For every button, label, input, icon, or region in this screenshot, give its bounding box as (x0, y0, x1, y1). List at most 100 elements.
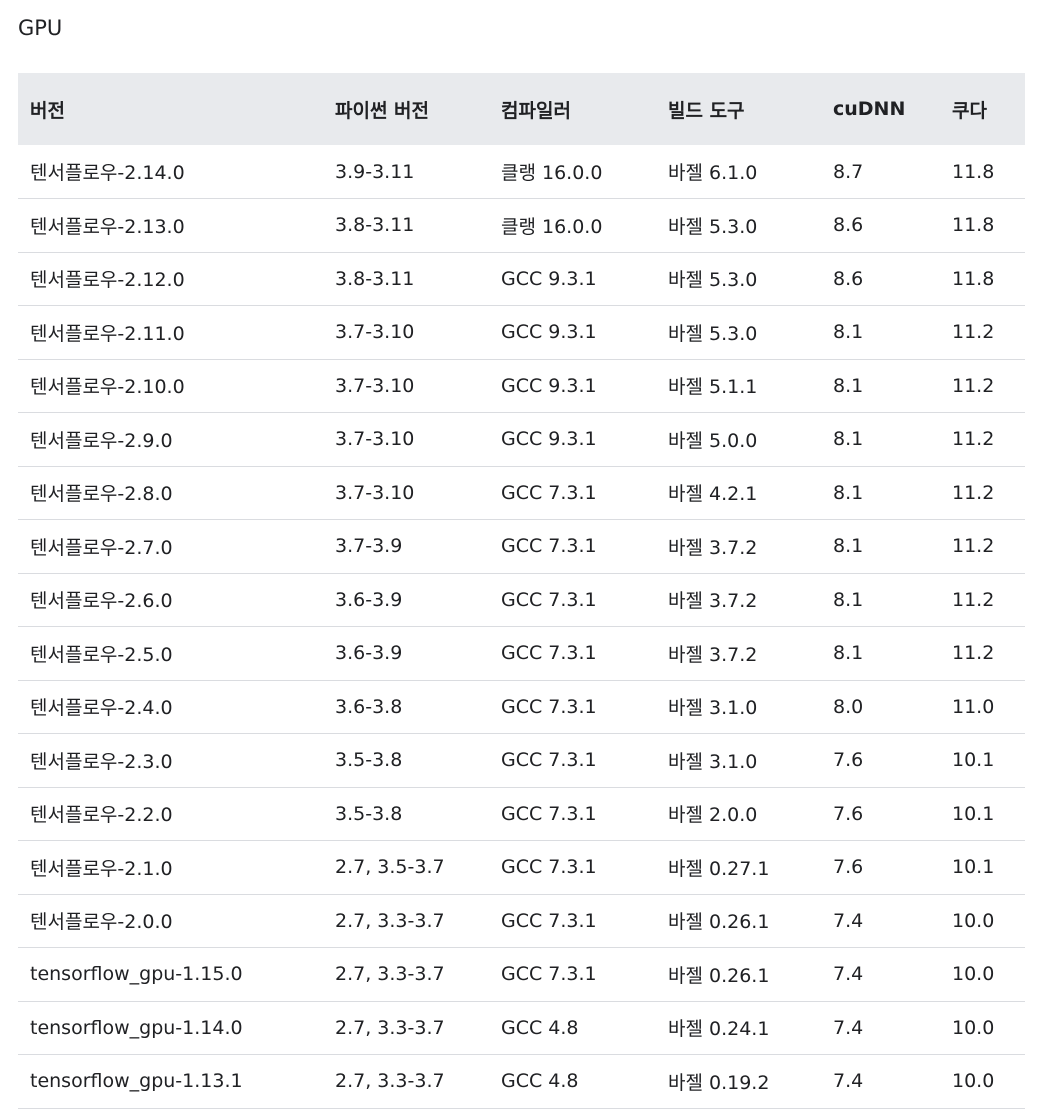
cell-python-version: 3.6-3.8 (335, 695, 403, 718)
cell-python-version: 3.8-3.11 (335, 214, 415, 237)
cell-cuda: 10.0 (952, 1070, 995, 1093)
cell-python-version: 3.9-3.11 (335, 160, 415, 183)
cell-compiler: GCC 9.3.1 (501, 267, 597, 290)
cell-python-version: 2.7, 3.3-3.7 (335, 1070, 445, 1093)
cell-version: 텐서플로우-2.10.0 (30, 376, 185, 399)
cell-compiler: GCC 4.8 (501, 1016, 579, 1039)
cell-python-version: 3.7-3.10 (335, 374, 415, 397)
cell-version: 텐서플로우-2.0.0 (30, 911, 173, 934)
cell-compiler: GCC 9.3.1 (501, 374, 597, 397)
cell-version: tensorflow_gpu-1.15.0 (30, 963, 243, 986)
cell-compiler: GCC 4.8 (501, 1070, 579, 1093)
cell-cuda: 10.0 (952, 963, 995, 986)
table-row: 텐서플로우-2.2.0 3.5-3.8 GCC 7.3.1 바젤 2.0.0 7.6 10… (18, 787, 1025, 841)
cell-build-tool: 바젤 0.26.1 (668, 911, 770, 934)
cell-cuda: 10.1 (952, 802, 995, 825)
cell-cudnn: 7.4 (833, 1070, 864, 1093)
table-row: 텐서플로우-2.6.0 3.6-3.9 GCC 7.3.1 바젤 3.7.2 8.1 11… (18, 573, 1025, 627)
cell-build-tool: 바젤 0.19.2 (668, 1071, 770, 1094)
cell-compiler: GCC 7.3.1 (501, 642, 597, 665)
cell-cuda: 11.2 (952, 321, 995, 344)
cell-compiler: GCC 7.3.1 (501, 963, 597, 986)
cell-compiler: GCC 7.3.1 (501, 695, 597, 718)
header-version: 버전 (30, 99, 65, 122)
cell-cuda: 11.2 (952, 535, 995, 558)
table-row: 텐서플로우-2.0.0 2.7, 3.3-3.7 GCC 7.3.1 바젤 0.26.… (18, 894, 1025, 948)
header-row: 버전 파이썬 버전 컴파일러 빌드 도구 cuDNN 쿠다 (18, 73, 1025, 145)
header-compiler: 컴파일러 (501, 99, 571, 122)
cell-compiler: GCC 7.3.1 (501, 802, 597, 825)
cell-compiler: 클랭 16.0.0 (501, 215, 603, 238)
cell-build-tool: 바젤 0.27.1 (668, 857, 770, 880)
cell-cudnn: 8.1 (833, 588, 864, 611)
cell-version: 텐서플로우-2.2.0 (30, 804, 173, 827)
page: GPU 버전 파이썬 버전 컴파일러 빌드 도구 cuDNN 쿠다 텐서플로우-… (0, 0, 1037, 1109)
cell-cudnn: 8.7 (833, 160, 864, 183)
cell-cudnn: 8.0 (833, 695, 864, 718)
cell-compiler: GCC 7.3.1 (501, 481, 597, 504)
table-row: 텐서플로우-2.3.0 3.5-3.8 GCC 7.3.1 바젤 3.1.0 7.6 10… (18, 734, 1025, 787)
cell-version: 텐서플로우-2.9.0 (30, 429, 173, 452)
cell-build-tool: 바젤 3.1.0 (668, 750, 758, 773)
cell-compiler: GCC 9.3.1 (501, 321, 597, 344)
header-cudnn: cuDNN (833, 98, 906, 120)
cell-build-tool: 바젤 3.7.2 (668, 643, 758, 666)
cell-cuda: 11.0 (952, 695, 995, 718)
cell-cudnn: 8.1 (833, 481, 864, 504)
table-row: tensorflow_gpu-1.14.0 2.7, 3.3-3.7 GCC 4.8… (18, 1001, 1025, 1055)
cell-python-version: 3.8-3.11 (335, 267, 415, 290)
table-row: 텐서플로우-2.12.0 3.8-3.11 GCC 9.3.1 바젤 5.3.0 8.6… (18, 252, 1025, 306)
cell-python-version: 2.7, 3.3-3.7 (335, 909, 445, 932)
cell-python-version: 2.7, 3.3-3.7 (335, 1016, 445, 1039)
cell-cudnn: 8.1 (833, 535, 864, 558)
cell-cudnn: 8.1 (833, 374, 864, 397)
cell-cudnn: 8.1 (833, 642, 864, 665)
table-body: 텐서플로우-2.14.0 3.9-3.11 클랭 16.0.0 바젤 6.1.0 8.7… (18, 145, 1025, 1108)
cell-cuda: 11.8 (952, 160, 995, 183)
header-python-version: 파이썬 버전 (335, 99, 430, 122)
cell-version: 텐서플로우-2.5.0 (30, 643, 173, 666)
cell-build-tool: 바젤 5.1.1 (668, 376, 758, 399)
cell-compiler: GCC 9.3.1 (501, 428, 597, 451)
cell-cudnn: 7.4 (833, 1016, 864, 1039)
header-cuda: 쿠다 (952, 99, 987, 122)
cell-compiler: GCC 7.3.1 (501, 535, 597, 558)
table-row: 텐서플로우-2.14.0 3.9-3.11 클랭 16.0.0 바젤 6.1.0 8.7… (18, 145, 1025, 199)
cell-cudnn: 7.4 (833, 963, 864, 986)
cell-build-tool: 바젤 0.24.1 (668, 1018, 770, 1041)
cell-version: 텐서플로우-2.14.0 (30, 162, 185, 184)
cell-cuda: 11.2 (952, 588, 995, 611)
cell-cuda: 11.2 (952, 642, 995, 665)
cell-build-tool: 바젤 5.3.0 (668, 215, 758, 238)
cell-cudnn: 7.6 (833, 856, 864, 879)
cell-python-version: 3.6-3.9 (335, 642, 403, 665)
cell-cuda: 10.1 (952, 749, 995, 772)
section-title: GPU (18, 16, 63, 40)
table-row: 텐서플로우-2.10.0 3.7-3.10 GCC 9.3.1 바젤 5.1.1 8.1… (18, 359, 1025, 413)
cell-build-tool: 바젤 5.3.0 (668, 322, 758, 345)
cell-version: 텐서플로우-2.6.0 (30, 590, 173, 613)
cell-build-tool: 바젤 0.26.1 (668, 964, 770, 987)
cell-python-version: 3.7-3.9 (335, 535, 403, 558)
cell-python-version: 3.7-3.10 (335, 321, 415, 344)
cell-python-version: 3.7-3.10 (335, 428, 415, 451)
cell-build-tool: 바젤 4.2.1 (668, 483, 758, 506)
cell-cuda: 11.2 (952, 481, 995, 504)
cell-cudnn: 8.1 (833, 321, 864, 344)
cell-build-tool: 바젤 3.7.2 (668, 536, 758, 559)
cell-version: 텐서플로우-2.12.0 (30, 269, 185, 292)
cell-version: tensorflow_gpu-1.14.0 (30, 1016, 243, 1039)
cell-compiler: GCC 7.3.1 (501, 856, 597, 879)
table-row: 텐서플로우-2.8.0 3.7-3.10 GCC 7.3.1 바젤 4.2.1 8.1 1… (18, 466, 1025, 520)
cell-version: 텐서플로우-2.8.0 (30, 483, 173, 506)
cell-cudnn: 8.6 (833, 214, 864, 237)
cell-python-version: 3.5-3.8 (335, 749, 403, 772)
cell-cuda: 11.8 (952, 267, 995, 290)
cell-cudnn: 8.1 (833, 428, 864, 451)
table-row: tensorflow_gpu-1.13.1 2.7, 3.3-3.7 GCC 4.8… (18, 1055, 1025, 1108)
gpu-version-table: 버전 파이썬 버전 컴파일러 빌드 도구 cuDNN 쿠다 텐서플로우-2.14… (18, 73, 1025, 1109)
table-row: 텐서플로우-2.9.0 3.7-3.10 GCC 9.3.1 바젤 5.0.0 8.1 1… (18, 413, 1025, 466)
cell-cuda: 11.2 (952, 374, 995, 397)
cell-version: tensorflow_gpu-1.13.1 (30, 1070, 243, 1093)
cell-compiler: GCC 7.3.1 (501, 909, 597, 932)
